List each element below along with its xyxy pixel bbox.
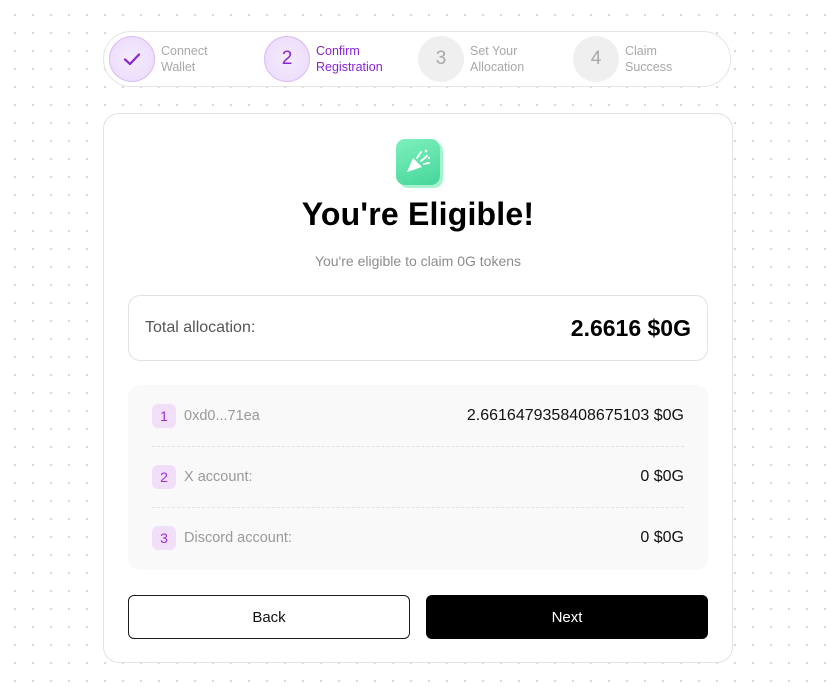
total-allocation-value: 2.6616 $0G [570, 315, 691, 341]
discord-account-label: Discord account: [184, 529, 292, 546]
step-2-label: Confirm Registration [316, 44, 383, 74]
progress-stepper: Connect Wallet 2 Confirm Registration 3 … [103, 31, 731, 87]
row-number-badge: 2 [152, 464, 176, 489]
breakdown-row-wallet: 1 0xd0...71ea 2.661647935840867510​3 $0G [152, 385, 684, 447]
step-1-label: Connect Wallet [161, 44, 208, 74]
allocation-breakdown: 1 0xd0...71ea 2.661647935840867510​3 $0G… [128, 385, 708, 570]
wallet-address-label: 0xd0...71ea [184, 407, 260, 424]
row-number-badge: 1 [152, 403, 176, 428]
step-1-circle [109, 36, 155, 82]
step-set-allocation: 3 Set Your Allocation [418, 36, 524, 82]
step-4-label: Claim Success [625, 44, 673, 74]
eligibility-card: You're Eligible! You're eligible to clai… [103, 113, 733, 663]
step-4-circle: 4 [573, 36, 619, 82]
eligibility-subtitle: You're eligible to claim 0G tokens [314, 253, 522, 269]
row-number-badge: 3 [152, 525, 176, 550]
back-button[interactable]: Back [128, 595, 410, 639]
party-popper-icon [396, 139, 440, 185]
discord-account-value: 0 $0G [640, 528, 684, 546]
breakdown-row-discord-account: 3 Discord account: 0 $0G [152, 507, 684, 568]
next-button[interactable]: Next [426, 595, 708, 639]
step-claim-success: 4 Claim Success [573, 36, 672, 82]
x-account-label: X account: [184, 468, 253, 485]
wallet-allocation-value: 2.661647935840867510​3 $0G [466, 406, 684, 424]
total-allocation-box: Total allocation: 2.6616 $0G [128, 295, 708, 361]
page-title: You're Eligible! [301, 196, 535, 232]
step-confirm-registration: 2 Confirm Registration [264, 36, 383, 82]
step-connect-wallet: Connect Wallet [109, 36, 208, 82]
x-account-value: 0 $0G [640, 467, 684, 485]
step-3-label: Set Your Allocation [470, 44, 525, 74]
total-allocation-label: Total allocation: [145, 319, 256, 336]
step-2-circle: 2 [264, 36, 310, 82]
check-icon [123, 53, 141, 66]
step-3-circle: 3 [418, 36, 464, 82]
breakdown-row-x-account: 2 X account: 0 $0G [152, 446, 684, 508]
